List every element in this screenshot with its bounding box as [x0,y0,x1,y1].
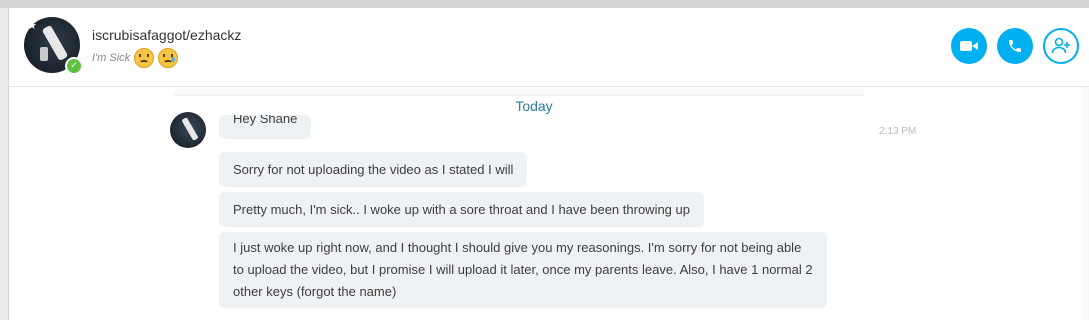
add-person-icon [1051,37,1070,54]
message-text: Hey Shane [233,115,298,126]
phone-icon [1009,40,1021,52]
message-text: I just woke up right now, and I thought … [233,240,813,299]
mood-text: I'm Sick [92,52,131,64]
sad-face-emoji-icon [134,48,155,68]
add-participant-button[interactable] [1043,28,1079,64]
sidebar-edge [0,8,9,320]
contact-name[interactable]: iscrubisafaggot/ezhackz [92,27,241,43]
mood-message: I'm Sick [92,48,179,68]
message-bubble[interactable]: I just woke up right now, and I thought … [219,232,827,308]
message-text: Pretty much, I'm sick.. I woke up with a… [233,202,690,217]
crying-face-emoji-icon [158,48,179,68]
conversation-header: ★ ✓ iscrubisafaggot/ezhackz I'm Sick [9,8,1089,87]
sender-avatar[interactable] [170,112,206,148]
day-label: Today [515,98,553,114]
message-bubble[interactable]: Sorry for not uploading the video as I s… [219,152,528,187]
message-text: Sorry for not uploading the video as I s… [233,162,514,177]
message-bubble[interactable]: Hey Shane [219,115,312,139]
message-timestamp: 2:13 PM [879,126,917,137]
message-list[interactable]: Today 2:13 PM Hey Shane Sorry for not up… [9,87,1089,320]
favorite-star-icon: ★ [27,19,37,32]
day-divider [174,87,864,96]
message-bubble[interactable]: Pretty much, I'm sick.. I woke up with a… [219,192,704,227]
window-top-bar [0,0,1089,8]
video-camera-icon [960,41,978,51]
scrollbar[interactable] [1081,87,1089,320]
video-call-button[interactable] [951,28,987,64]
online-status-icon: ✓ [65,57,83,75]
audio-call-button[interactable] [997,28,1033,64]
